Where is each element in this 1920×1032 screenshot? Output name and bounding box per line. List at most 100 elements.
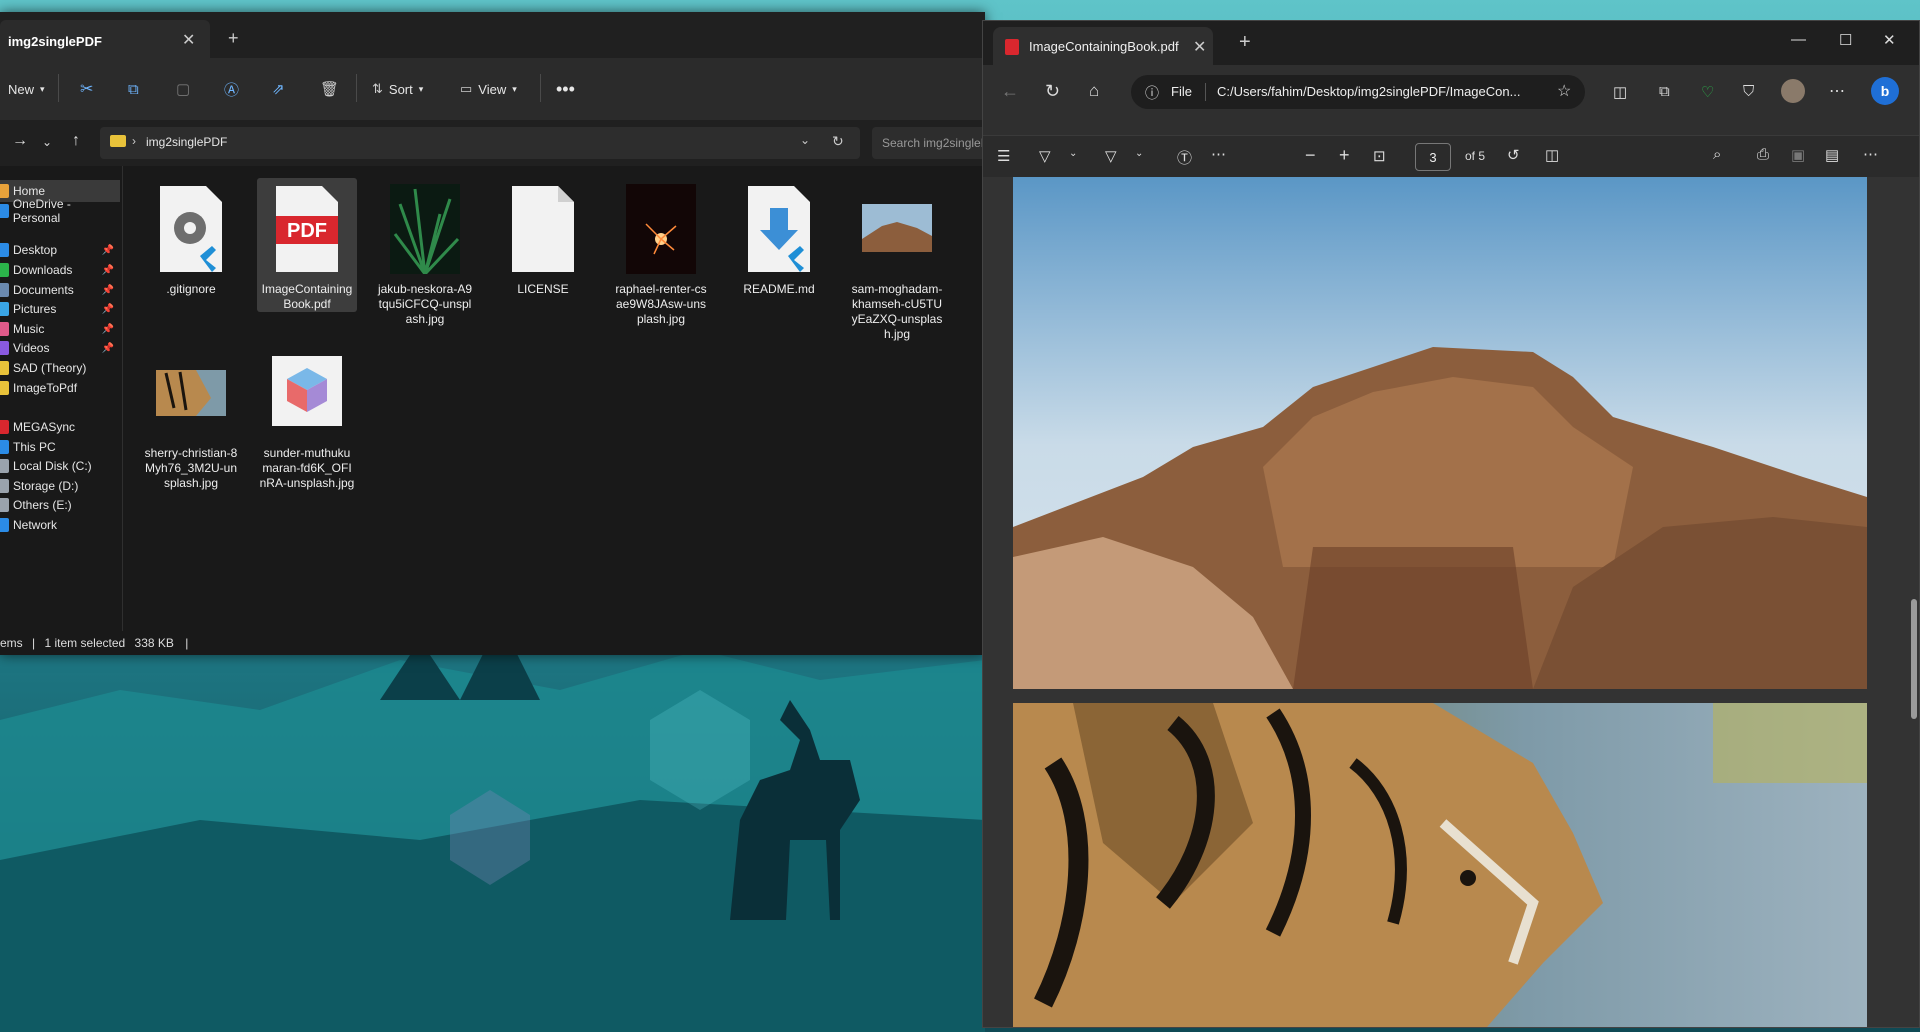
close-window-icon[interactable]: ✕ (1883, 31, 1896, 49)
copilot-icon[interactable]: b (1871, 77, 1899, 105)
zoom-out-icon[interactable]: − (1305, 145, 1316, 166)
sidebar-item-icon (0, 459, 9, 473)
sidebar-item-label: Documents (13, 283, 74, 297)
sidebar-item-desktop[interactable]: Desktop 📌 (0, 239, 120, 261)
pin-icon: 📌 (101, 264, 114, 276)
highlight-icon[interactable]: ▽ (1039, 147, 1051, 165)
view-icon: ▭ (460, 81, 473, 96)
recent-chevron-icon[interactable]: ⌄ (42, 135, 52, 149)
toolbar-divider (356, 74, 357, 102)
print-icon[interactable]: ⎙ (1757, 146, 1769, 163)
image-thumb-cube-icon (257, 348, 357, 442)
address-bar[interactable]: › img2singlePDF ⌄ ↻ (100, 127, 860, 159)
collections-icon[interactable]: ⧉ (1659, 83, 1670, 100)
chevron-down-icon[interactable]: ⌄ (1135, 148, 1143, 159)
file-item[interactable]: README.md (729, 178, 829, 297)
search-input[interactable]: Search img2singlePDF (872, 127, 985, 159)
split-screen-icon[interactable]: ◫ (1613, 83, 1627, 101)
file-item[interactable]: .gitignore (141, 178, 241, 297)
file-item[interactable]: jakub-neskora-A9tqu5iCFCQ-unsplash.jpg (375, 178, 475, 327)
new-tab-icon[interactable]: + (1239, 31, 1251, 54)
rename-button[interactable]: Ⓐ (224, 58, 239, 120)
more-tools-icon[interactable]: ⋯ (1211, 145, 1226, 163)
save-icon[interactable]: ▣ (1791, 146, 1805, 164)
share-button[interactable]: ⇗ (272, 58, 285, 120)
sidebar-item-onedrive-personal[interactable]: OneDrive - Personal (0, 197, 120, 225)
paste-button[interactable]: ▢ (176, 58, 190, 120)
new-button[interactable]: New ▾ (8, 58, 45, 120)
fit-page-icon[interactable]: ⊡ (1373, 147, 1386, 165)
file-item[interactable]: raphael-renter-csae9W8JAsw-unsplash.jpg (611, 178, 711, 327)
sidebar-item-label: SAD (Theory) (13, 361, 87, 375)
file-item[interactable]: sherry-christian-8Myh76_3M2U-unsplash.jp… (141, 342, 241, 491)
file-list: .gitignore PDF ImageContaining Book.pdf jak… (123, 166, 985, 631)
sidebar-item-label: Local Disk (C:) (13, 459, 92, 473)
maximize-icon[interactable]: ☐ (1839, 31, 1852, 49)
search-icon[interactable]: ⌕ (1713, 146, 1721, 163)
sort-label: Sort (388, 81, 413, 97)
scissors-icon: ✂ (80, 81, 94, 98)
clipboard-icon: ▢ (176, 81, 191, 98)
sidebar-item-network[interactable]: Network (0, 514, 120, 536)
pdf-more-icon[interactable]: ⋯ (1863, 145, 1878, 163)
refresh-icon[interactable]: ↻ (1045, 81, 1060, 102)
back-arrow-icon[interactable]: ← (1001, 81, 1019, 102)
browser-tab[interactable]: ImageContainingBook.pdf ✕ (993, 27, 1213, 65)
page-view-icon[interactable]: ◫ (1545, 146, 1559, 164)
up-arrow-icon[interactable]: ↑ (72, 132, 80, 150)
close-tab-icon[interactable]: ✕ (1193, 37, 1206, 57)
view-button[interactable]: ▭ View ▾ (460, 58, 517, 120)
breadcrumb-chevron-icon: › (132, 134, 136, 148)
refresh-icon[interactable]: ↻ (832, 133, 844, 150)
new-tab-icon[interactable]: + (228, 28, 239, 49)
draw-icon[interactable]: ▽ (1105, 147, 1117, 165)
url-text: C:/Users/fahim/Desktop/img2singlePDF/Ima… (1217, 84, 1521, 99)
add-text-icon[interactable]: Ⓣ (1177, 147, 1192, 168)
sidebar-item-sad-theory[interactable]: SAD (Theory) (0, 357, 120, 379)
see-more-button[interactable]: ••• (556, 58, 575, 120)
scrollbar-thumb[interactable] (1911, 599, 1917, 719)
sort-button[interactable]: ⇅ Sort ▾ (372, 58, 423, 120)
sidebar-item-icon (0, 518, 9, 532)
cut-button[interactable]: ✂ (80, 58, 93, 120)
file-label: File (1171, 84, 1192, 99)
sidebar-item-imagetopdf[interactable]: ImageToPdf (0, 377, 120, 399)
sidebar-item-videos[interactable]: Videos 📌 (0, 337, 120, 359)
file-item[interactable]: sunder-muthukumaran-fd6K_OFInRA-unsplash… (257, 342, 357, 491)
sidebar-item-label: MEGASync (13, 420, 76, 434)
settings-more-icon[interactable]: ⋯ (1829, 81, 1845, 101)
rotate-icon[interactable]: ↺ (1507, 146, 1520, 164)
file-item[interactable]: PDF ImageContaining Book.pdf (257, 178, 357, 312)
chevron-down-icon[interactable]: ⌄ (1069, 148, 1077, 159)
minimize-icon[interactable]: — (1791, 31, 1806, 48)
favorite-star-icon[interactable]: ☆ (1557, 81, 1571, 101)
forward-arrow-icon[interactable]: → (12, 132, 28, 150)
sidebar-item-others-e[interactable]: Others (E:) (0, 494, 120, 516)
sidebar-item-megasync[interactable]: MEGASync (0, 416, 120, 438)
sidebar-item-downloads[interactable]: Downloads 📌 (0, 259, 120, 281)
profile-avatar[interactable] (1781, 79, 1805, 103)
table-of-contents-icon[interactable]: ☰ (997, 147, 1010, 165)
close-tab-icon[interactable]: ✕ (182, 30, 195, 50)
pdf-viewer[interactable] (983, 177, 1919, 1027)
sidebar-item-icon (0, 341, 9, 355)
copy-button[interactable]: ⧉ (128, 58, 139, 120)
address-dropdown-icon[interactable]: ⌄ (800, 133, 810, 147)
address-bar[interactable]: ⓘ File C:/Users/fahim/Desktop/img2single… (1131, 75, 1585, 109)
breadcrumb[interactable]: img2singlePDF (146, 135, 227, 149)
file-item[interactable]: sam-moghadam-khamseh-cU5TUyEaZXQ-unsplas… (847, 178, 947, 342)
home-icon[interactable]: ⌂ (1089, 81, 1099, 101)
explorer-tab[interactable]: img2singlePDF ✕ (0, 20, 210, 58)
sidebar-item-pictures[interactable]: Pictures 📌 (0, 298, 120, 320)
zoom-in-icon[interactable]: + (1339, 145, 1350, 166)
page-number-input[interactable]: 3 (1415, 143, 1451, 171)
extensions-icon[interactable]: ⛉ (1743, 83, 1754, 100)
pdf-scrollbar[interactable] (1911, 181, 1917, 1021)
delete-button[interactable]: 🗑 (320, 58, 339, 120)
browser-essentials-icon[interactable]: ♡ (1701, 83, 1714, 101)
file-item[interactable]: LICENSE (493, 178, 593, 297)
folder-icon (110, 135, 126, 147)
sidebar-item-local-disk-c[interactable]: Local Disk (C:) (0, 455, 120, 477)
status-size: 338 KB (134, 636, 174, 650)
save-as-icon[interactable]: ▤ (1825, 146, 1839, 164)
